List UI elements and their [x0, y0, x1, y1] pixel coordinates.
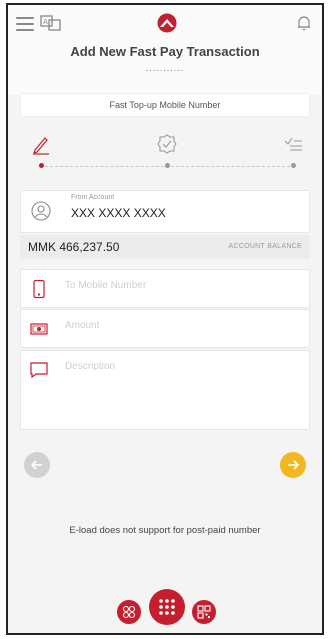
- message-icon: [30, 362, 48, 379]
- bank-logo: [157, 13, 177, 33]
- mobile-number-field[interactable]: [20, 269, 310, 308]
- language-icon[interactable]: A: [40, 13, 62, 33]
- from-account-selector[interactable]: From Account XXX XXXX XXXX: [20, 190, 310, 233]
- page-title: Add New Fast Pay Transaction: [70, 44, 260, 59]
- postpaid-note: E-load does not support for post-paid nu…: [69, 525, 261, 536]
- balance-amount: MMK 466,237.50: [28, 240, 120, 254]
- bell-icon[interactable]: [296, 14, 312, 32]
- from-account-label: From Account: [71, 194, 115, 201]
- grid-icon: [159, 599, 175, 615]
- next-button[interactable]: [280, 452, 306, 478]
- section-label: Fast Top-up Mobile Number: [20, 93, 310, 117]
- step-3[interactable]: [282, 133, 304, 173]
- dice-icon: [122, 605, 136, 619]
- bottom-bar: [8, 583, 322, 633]
- mobile-number-input[interactable]: [65, 280, 301, 291]
- main-menu-button[interactable]: [149, 589, 185, 625]
- app-frame: A Add New Fast Pay Transaction .........…: [6, 3, 324, 635]
- stepper: [8, 133, 322, 173]
- step-1[interactable]: [30, 133, 52, 173]
- pencil-icon: [33, 137, 49, 155]
- svg-text:A: A: [43, 18, 48, 26]
- arrow-left-icon: [30, 460, 42, 470]
- from-account-number: XXX XXXX XXXX: [71, 206, 166, 220]
- step-2[interactable]: [156, 133, 178, 173]
- qr-button[interactable]: [192, 600, 216, 624]
- step-dot: [291, 163, 296, 168]
- menu-icon[interactable]: [16, 17, 34, 31]
- description-field[interactable]: [20, 350, 310, 430]
- phone-icon: [33, 279, 45, 299]
- description-input[interactable]: [65, 361, 301, 417]
- cash-icon: [30, 323, 48, 335]
- balance-label: ACCOUNT BALANCE: [228, 243, 302, 250]
- title-dots: ...........: [145, 63, 185, 73]
- arrow-right-icon: [288, 460, 300, 470]
- games-button[interactable]: [117, 600, 141, 624]
- badge-check-icon: [157, 134, 177, 154]
- step-dot: [165, 163, 170, 168]
- amount-input[interactable]: [65, 320, 301, 331]
- account-balance-row: MMK 466,237.50 ACCOUNT BALANCE: [20, 235, 310, 259]
- step-dot-active: [39, 163, 44, 168]
- previous-button[interactable]: [24, 452, 50, 478]
- list-check-icon: [284, 137, 302, 151]
- qr-icon: [197, 605, 211, 619]
- amount-field[interactable]: [20, 309, 310, 348]
- user-icon: [31, 201, 51, 221]
- top-bar: A Add New Fast Pay Transaction .........…: [8, 5, 322, 95]
